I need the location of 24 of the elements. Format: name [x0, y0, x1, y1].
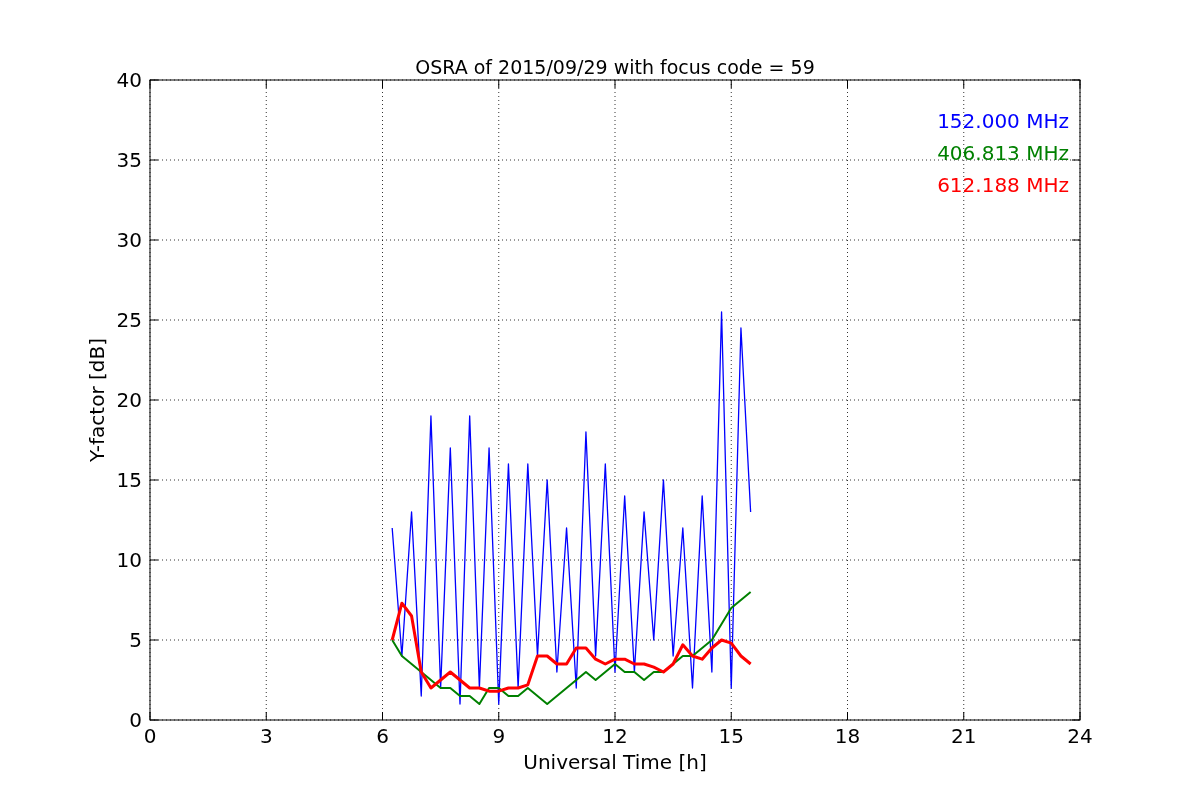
x-tick-label: 6	[376, 724, 389, 748]
y-tick-label: 40	[116, 68, 142, 92]
x-tick-label: 9	[492, 724, 506, 748]
chart-title: OSRA of 2015/09/29 with focus code = 59	[415, 56, 815, 78]
y-tick-label: 25	[116, 308, 142, 332]
x-axis-label: Universal Time [h]	[523, 750, 707, 774]
y-tick-label: 0	[129, 708, 142, 732]
y-tick-label: 5	[129, 628, 142, 652]
y-tick-label: 15	[116, 468, 142, 492]
y-axis-label: Y-factor [dB]	[85, 338, 109, 462]
y-tick-label: 20	[116, 388, 142, 412]
y-tick-label: 35	[116, 148, 142, 172]
x-tick-label: 12	[602, 724, 628, 748]
x-tick-label: 21	[951, 724, 977, 748]
legend-label: 406.813 MHz	[937, 141, 1069, 165]
x-tick-label: 15	[718, 724, 744, 748]
y-tick-label: 10	[116, 548, 142, 572]
y-tick-label: 30	[116, 228, 142, 252]
x-tick-label: 3	[259, 724, 273, 748]
x-tick-label: 24	[1067, 724, 1093, 748]
legend-label: 152.000 MHz	[937, 109, 1069, 133]
x-tick-label: 0	[143, 724, 157, 748]
legend-label: 612.188 MHz	[937, 173, 1069, 197]
x-tick-label: 18	[834, 724, 861, 748]
